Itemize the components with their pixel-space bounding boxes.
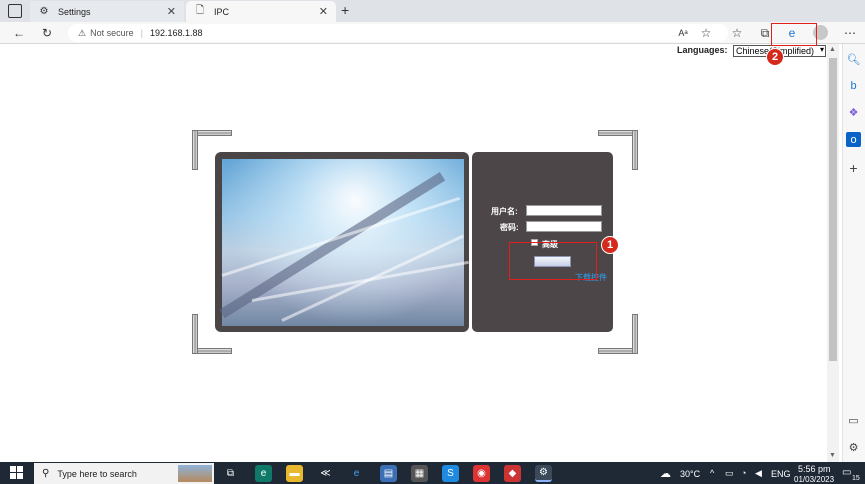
close-icon[interactable]: ✕ xyxy=(319,5,328,18)
ie-icon[interactable]: e xyxy=(348,465,365,482)
chevron-down-icon: ▾ xyxy=(819,45,824,54)
clock-date[interactable]: 01/03/2023 xyxy=(794,475,834,484)
refresh-icon[interactable]: ↻ xyxy=(38,24,56,42)
address-bar[interactable]: ⚠ Not secure | 192.168.1.88 xyxy=(68,24,728,42)
annotation-box-2 xyxy=(771,23,817,46)
languages-label: Languages: xyxy=(677,45,728,55)
outlook-icon[interactable]: o xyxy=(846,132,861,147)
file-explorer-icon[interactable]: ▬ xyxy=(286,465,303,482)
tab-settings[interactable]: ⚙ Settings ✕ xyxy=(30,1,184,22)
add-favorite-icon[interactable]: ☆ xyxy=(697,24,715,42)
bing-icon[interactable]: b xyxy=(846,78,861,93)
banner-image xyxy=(219,159,469,326)
gear-icon[interactable]: ⚙ xyxy=(846,440,861,455)
page-icon: 🗋 xyxy=(195,5,205,16)
warning-icon: ⚠ xyxy=(78,27,87,38)
tools-icon[interactable]: ❖ xyxy=(846,105,861,120)
windows-start-icon[interactable] xyxy=(10,466,24,480)
add-icon[interactable]: + xyxy=(846,160,861,176)
close-icon[interactable]: ✕ xyxy=(167,5,176,18)
network-icon[interactable]: ▭ xyxy=(725,468,734,479)
calculator-icon[interactable]: ▦ xyxy=(411,465,428,482)
search-placeholder: Type here to search xyxy=(57,468,137,479)
tab-title: Settings xyxy=(58,6,91,17)
divider: | xyxy=(140,28,143,38)
username-label: 用户名: xyxy=(491,207,518,216)
security-status: Not secure xyxy=(90,28,134,38)
wifi-icon[interactable]: ◔ xyxy=(741,468,746,478)
search-highlight-image xyxy=(178,465,212,482)
tab-title: IPC xyxy=(214,6,230,17)
settings-app-icon[interactable]: ⚙ xyxy=(535,465,552,482)
scroll-up-icon[interactable]: ▲ xyxy=(829,46,836,53)
task-view-icon[interactable]: ⧉ xyxy=(222,465,239,482)
password-input[interactable] xyxy=(526,221,602,232)
annotation-badge-1: 1 xyxy=(601,236,619,254)
edge-icon[interactable]: e xyxy=(255,465,272,482)
anydesk-icon[interactable]: ◆ xyxy=(504,465,521,482)
notification-count: 15 xyxy=(852,475,860,482)
notification-icon[interactable]: ▭ xyxy=(842,467,851,478)
url-text: 192.168.1.88 xyxy=(149,28,203,38)
tab-actions-icon[interactable] xyxy=(8,4,22,18)
chevron-up-icon[interactable]: ^ xyxy=(710,468,714,478)
app-icon[interactable]: ▤ xyxy=(380,465,397,482)
taskbar-search[interactable]: ⚲ Type here to search xyxy=(34,463,214,484)
favorites-icon[interactable]: ☆ xyxy=(728,24,746,42)
scrollbar-thumb[interactable] xyxy=(829,58,837,361)
sidebar-toggle-icon[interactable]: ▭ xyxy=(846,413,861,428)
volume-icon[interactable]: ◀ xyxy=(755,468,762,479)
vscode-icon[interactable]: ≪ xyxy=(317,465,334,482)
search-icon[interactable]: 🔍︎ xyxy=(846,52,861,67)
search-icon: ⚲ xyxy=(42,468,50,479)
tab-ipc[interactable]: 🗋 IPC ✕ xyxy=(186,1,336,22)
clock-time[interactable]: 5:56 pm xyxy=(798,464,831,474)
annotation-badge-2: 2 xyxy=(766,48,784,66)
more-menu-icon[interactable]: ⋯ xyxy=(841,24,859,42)
new-tab-button[interactable]: + xyxy=(341,2,349,18)
username-input[interactable] xyxy=(526,205,602,216)
language-indicator[interactable]: ENG xyxy=(771,469,791,479)
temperature[interactable]: 30°C xyxy=(680,469,700,479)
weather-icon[interactable]: ☁ xyxy=(660,467,671,480)
scroll-down-icon[interactable]: ▼ xyxy=(829,452,836,459)
read-aloud-icon[interactable]: Aᵃ xyxy=(674,24,692,42)
gear-icon: ⚙ xyxy=(39,6,49,17)
app-icon-red[interactable]: ◉ xyxy=(473,465,490,482)
back-icon[interactable]: ← xyxy=(10,24,28,42)
skype-icon[interactable]: S xyxy=(442,465,459,482)
password-label: 密码: xyxy=(500,223,519,232)
annotation-box-1 xyxy=(509,242,597,280)
